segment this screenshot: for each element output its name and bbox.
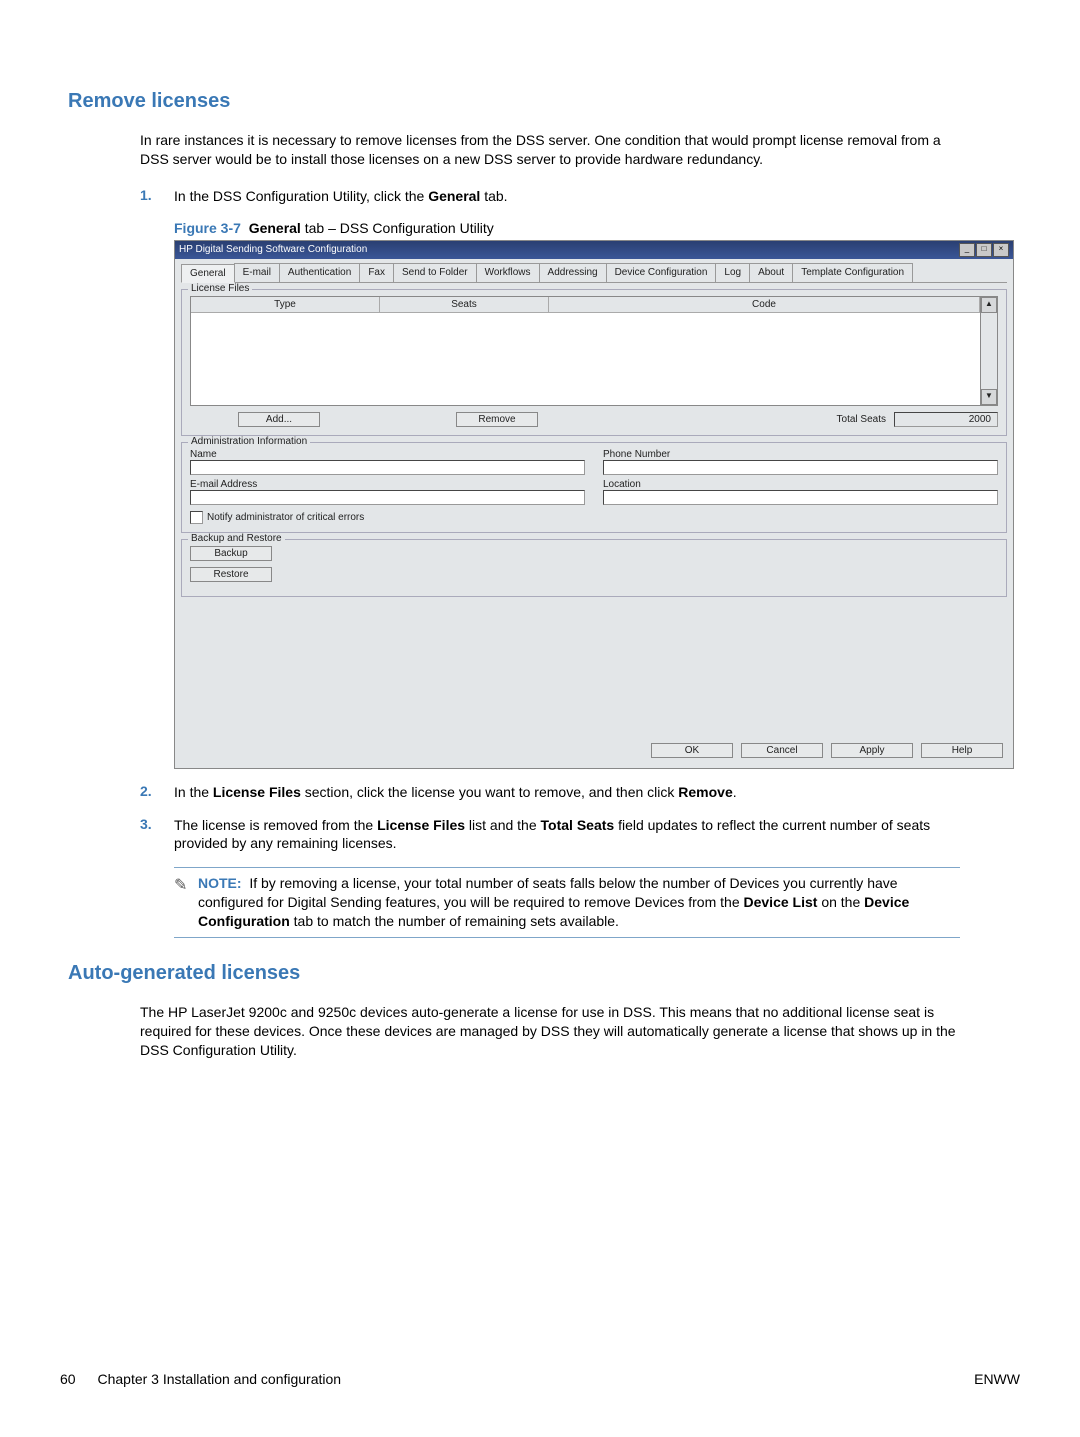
location-label: Location (603, 479, 998, 490)
step-number-3: 3. (140, 816, 174, 854)
backup-restore-group: Backup and Restore Backup Restore (181, 539, 1007, 597)
name-label: Name (190, 449, 585, 460)
maximize-icon[interactable]: □ (976, 243, 992, 257)
backup-button[interactable]: Backup (190, 546, 272, 561)
tab-email[interactable]: E-mail (234, 263, 280, 282)
license-table[interactable]: Type Seats Code (190, 296, 981, 406)
license-files-group: License Files Type Seats Code ▲ ▼ (181, 289, 1007, 436)
location-input[interactable] (603, 490, 998, 505)
col-code: Code (549, 297, 980, 312)
footer-right: ENWW (974, 1371, 1020, 1387)
backup-restore-legend: Backup and Restore (188, 533, 285, 544)
scroll-up-icon[interactable]: ▲ (981, 297, 997, 313)
heading-remove-licenses: Remove licenses (68, 90, 1020, 113)
tab-fax[interactable]: Fax (359, 263, 394, 282)
tab-addressing[interactable]: Addressing (539, 263, 607, 282)
tab-about[interactable]: About (749, 263, 793, 282)
heading-auto-generated-licenses: Auto-generated licenses (68, 962, 1020, 985)
phone-label: Phone Number (603, 449, 998, 460)
step-1-text: In the DSS Configuration Utility, click … (174, 187, 960, 206)
step-number-1: 1. (140, 187, 174, 206)
remove-button[interactable]: Remove (456, 412, 538, 427)
screenshot-general-tab: HP Digital Sending Software Configuratio… (174, 240, 1014, 769)
admin-info-group: Administration Information Name Phone Nu… (181, 442, 1007, 533)
page-number: 60 (60, 1371, 76, 1387)
tab-log[interactable]: Log (715, 263, 750, 282)
email-input[interactable] (190, 490, 585, 505)
tab-bar: General E-mail Authentication Fax Send t… (181, 263, 1007, 283)
tab-device-configuration[interactable]: Device Configuration (606, 263, 717, 282)
col-type: Type (191, 297, 380, 312)
auto-gen-para: The HP LaserJet 9200c and 9250c devices … (140, 1003, 960, 1060)
note-icon: ✎ (174, 874, 198, 931)
note-box: ✎ NOTE: If by removing a license, your t… (174, 867, 960, 938)
ok-button[interactable]: OK (651, 743, 733, 758)
step-2-text: In the License Files section, click the … (174, 783, 960, 802)
total-seats-value: 2000 (894, 412, 998, 427)
tab-template-configuration[interactable]: Template Configuration (792, 263, 913, 282)
intro-para: In rare instances it is necessary to rem… (140, 131, 960, 169)
add-button[interactable]: Add... (238, 412, 320, 427)
tab-authentication[interactable]: Authentication (279, 263, 360, 282)
phone-input[interactable] (603, 460, 998, 475)
tab-general[interactable]: General (181, 264, 235, 283)
email-label: E-mail Address (190, 479, 585, 490)
total-seats-label: Total Seats (837, 414, 886, 425)
scrollbar[interactable]: ▲ ▼ (981, 296, 998, 406)
page-footer: 60 Chapter 3 Installation and configurat… (60, 1371, 1020, 1387)
step-3-text: The license is removed from the License … (174, 816, 960, 854)
col-seats: Seats (380, 297, 549, 312)
chapter-label: Chapter 3 Installation and configuration (97, 1371, 341, 1387)
notify-checkbox[interactable] (190, 511, 203, 524)
scroll-down-icon[interactable]: ▼ (981, 389, 997, 405)
apply-button[interactable]: Apply (831, 743, 913, 758)
license-files-legend: License Files (188, 283, 252, 294)
restore-button[interactable]: Restore (190, 567, 272, 582)
tab-send-to-folder[interactable]: Send to Folder (393, 263, 477, 282)
close-icon[interactable]: × (993, 243, 1009, 257)
name-input[interactable] (190, 460, 585, 475)
window-title: HP Digital Sending Software Configuratio… (179, 244, 367, 255)
note-text: NOTE: If by removing a license, your tot… (198, 874, 960, 931)
window-titlebar: HP Digital Sending Software Configuratio… (175, 241, 1013, 259)
help-button[interactable]: Help (921, 743, 1003, 758)
cancel-button[interactable]: Cancel (741, 743, 823, 758)
figure-caption: Figure 3-7 General tab – DSS Configurati… (174, 220, 960, 236)
notify-label: Notify administrator of critical errors (207, 512, 364, 523)
minimize-icon[interactable]: _ (959, 243, 975, 257)
step-number-2: 2. (140, 783, 174, 802)
admin-info-legend: Administration Information (188, 436, 310, 447)
tab-workflows[interactable]: Workflows (476, 263, 540, 282)
